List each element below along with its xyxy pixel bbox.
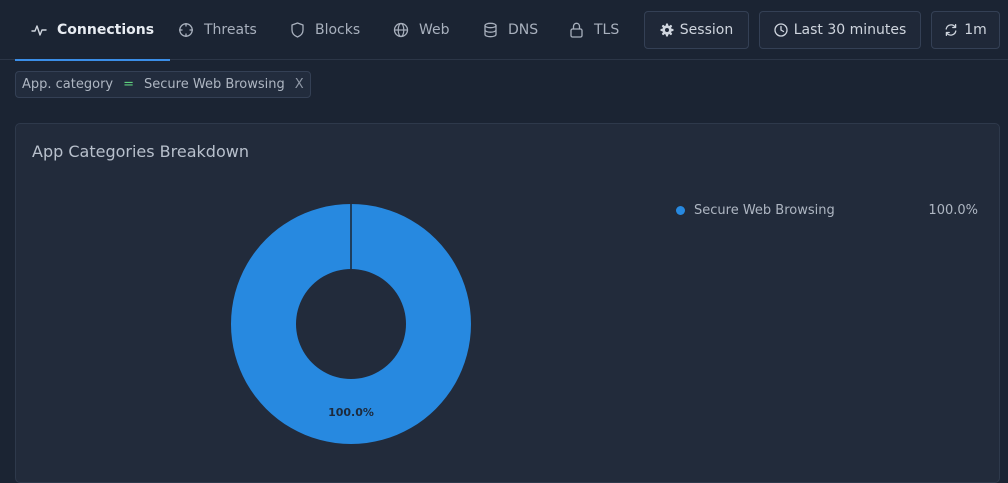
time-range-button[interactable]: Last 30 minutes	[759, 11, 921, 49]
filter-field: App. category	[22, 77, 114, 92]
tab-tls[interactable]: TLS	[569, 0, 619, 60]
session-label: Session	[679, 22, 734, 38]
top-nav-bar: Connections Threats Blocks Web DNS TLS S…	[0, 0, 1008, 61]
refresh-interval-label: 1m	[964, 22, 987, 38]
tab-label: Connections	[57, 22, 155, 38]
filter-value: Secure Web Browsing	[144, 77, 285, 92]
gear-icon	[660, 23, 674, 37]
legend-swatch	[676, 205, 685, 215]
tab-label: Web	[419, 22, 450, 38]
session-button[interactable]: Session	[644, 11, 749, 49]
legend-item[interactable]: Secure Web Browsing 100.0%	[676, 200, 978, 220]
tab-label: Blocks	[315, 22, 361, 38]
database-icon	[484, 22, 497, 38]
refresh-icon	[945, 23, 957, 37]
app-categories-panel: App Categories Breakdown 100.0% Secure W…	[15, 123, 1000, 483]
active-tab-indicator	[15, 59, 171, 61]
tab-threats[interactable]: Threats	[178, 0, 257, 60]
legend-label: Secure Web Browsing	[694, 202, 835, 218]
tab-connections[interactable]: Connections	[15, 0, 171, 61]
crosshair-icon	[179, 23, 193, 37]
tab-dns[interactable]: DNS	[483, 0, 538, 60]
tab-blocks[interactable]: Blocks	[290, 0, 360, 60]
filter-operator: =	[123, 77, 135, 92]
tab-label: Threats	[204, 22, 257, 38]
panel-title: App Categories Breakdown	[32, 142, 249, 161]
tab-label: DNS	[508, 22, 539, 38]
clock-icon	[774, 23, 788, 37]
slice-label: 100.0%	[328, 406, 374, 419]
shield-icon	[291, 22, 304, 38]
tab-label: TLS	[594, 22, 620, 38]
tab-web[interactable]: Web	[393, 0, 450, 60]
filter-chip[interactable]: App. category = Secure Web Browsing X	[15, 71, 311, 98]
lock-icon	[570, 22, 583, 38]
remove-filter-button[interactable]: X	[295, 77, 304, 92]
donut-chart: 100.0%	[230, 204, 471, 444]
time-range-label: Last 30 minutes	[793, 22, 907, 38]
refresh-interval-button[interactable]: 1m	[931, 11, 1000, 49]
activity-icon	[31, 25, 47, 36]
globe-icon	[393, 22, 409, 38]
legend-value: 100.0%	[928, 202, 978, 218]
